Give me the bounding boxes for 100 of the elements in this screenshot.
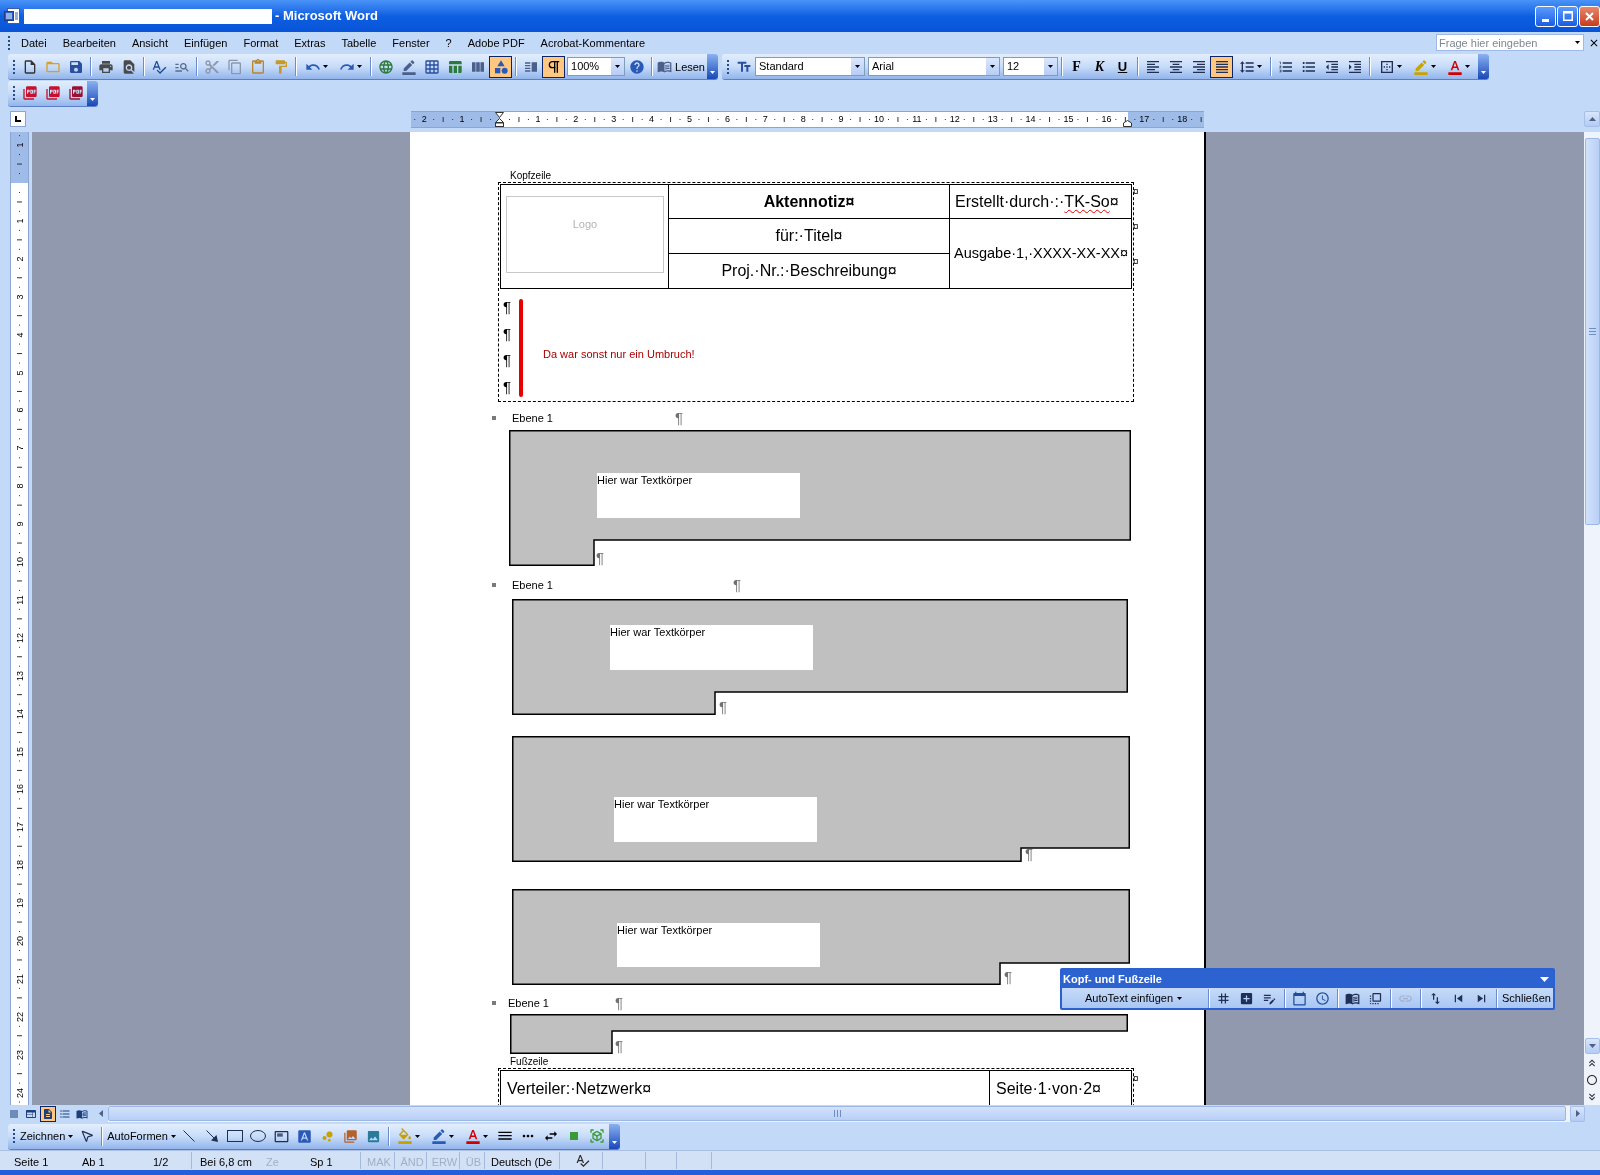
dropdown-arrow-icon[interactable] bbox=[1256, 65, 1262, 68]
paste-icon[interactable] bbox=[249, 58, 266, 75]
dropdown-arrow-icon[interactable] bbox=[1177, 996, 1183, 1000]
tab-selector-button[interactable] bbox=[10, 111, 26, 127]
spelling-status-icon[interactable] bbox=[575, 1153, 590, 1168]
dropdown-arrow-icon[interactable] bbox=[415, 1134, 421, 1138]
autotext-button[interactable]: AutoText einfügen bbox=[1062, 989, 1205, 1007]
menu-item[interactable]: Format bbox=[235, 34, 287, 51]
line-color-icon[interactable] bbox=[431, 1128, 448, 1144]
decrease-indent-icon[interactable] bbox=[1323, 58, 1340, 75]
toolbar-options-button[interactable] bbox=[609, 1123, 620, 1149]
toolbar-options-button[interactable] bbox=[707, 54, 718, 79]
left-tab-icon[interactable] bbox=[15, 116, 21, 122]
dropdown-arrow-icon[interactable] bbox=[1464, 65, 1470, 68]
help-icon[interactable] bbox=[628, 58, 645, 75]
menu-item[interactable]: ? bbox=[437, 34, 460, 51]
dropdown-arrow-icon[interactable] bbox=[1396, 65, 1402, 68]
maximize-button[interactable] bbox=[1557, 5, 1578, 27]
picture-icon[interactable] bbox=[365, 1128, 381, 1144]
indent-marker-icon[interactable] bbox=[495, 111, 504, 127]
minimize-button[interactable] bbox=[1535, 5, 1556, 27]
print-icon[interactable] bbox=[97, 58, 114, 75]
scrollbar-thumb[interactable] bbox=[1584, 138, 1600, 525]
increase-indent-icon[interactable] bbox=[1346, 58, 1363, 75]
dropdown-arrow-icon[interactable] bbox=[322, 65, 328, 68]
close-button[interactable] bbox=[1579, 5, 1600, 27]
rectangle-tool-icon[interactable] bbox=[227, 1130, 244, 1142]
open-book-icon[interactable] bbox=[657, 59, 672, 74]
minimize-icon[interactable] bbox=[1542, 18, 1549, 22]
ruler-number: 13 bbox=[987, 112, 998, 125]
dropdown-arrow-icon[interactable] bbox=[356, 65, 362, 68]
scroll-right-button[interactable] bbox=[1570, 1105, 1585, 1122]
table-icon[interactable] bbox=[446, 58, 463, 75]
pencil-icon[interactable] bbox=[400, 58, 417, 75]
font-color-icon[interactable] bbox=[1446, 58, 1463, 75]
pdf-document-icon[interactable] bbox=[21, 85, 38, 101]
overlapping-squares-icon[interactable] bbox=[1368, 990, 1383, 1006]
menu-item[interactable]: Fenster bbox=[384, 34, 438, 51]
text-box-icon[interactable] bbox=[273, 1128, 289, 1144]
dropdown-arrow-icon[interactable] bbox=[1574, 41, 1580, 44]
menu-item[interactable]: Bearbeiten bbox=[54, 34, 124, 51]
menu-item[interactable]: Ansicht bbox=[123, 34, 176, 51]
dropdown-arrow-icon[interactable] bbox=[990, 65, 995, 68]
style-combo[interactable]: Standard bbox=[755, 57, 865, 76]
draw-menu-button[interactable]: Zeichnen bbox=[18, 1125, 76, 1147]
menu-item[interactable]: Acrobat-Kommentare bbox=[532, 34, 654, 51]
font-color-icon[interactable] bbox=[465, 1128, 482, 1144]
pdf-document-icon[interactable] bbox=[44, 85, 61, 101]
bold-button[interactable]: F bbox=[1065, 55, 1088, 78]
scroll-up-button[interactable] bbox=[1584, 111, 1600, 127]
dropdown-arrow-icon[interactable] bbox=[483, 1134, 489, 1138]
oval-tool-icon[interactable] bbox=[250, 1130, 267, 1142]
menu-item[interactable]: Datei bbox=[13, 34, 55, 51]
right-arrow-icon[interactable] bbox=[1575, 1110, 1580, 1117]
italic-button[interactable]: K bbox=[1088, 55, 1111, 78]
dropdown-arrow-icon[interactable] bbox=[855, 65, 860, 68]
menu-item[interactable]: Adobe PDF bbox=[459, 34, 533, 51]
toolbar-options-button[interactable] bbox=[1478, 54, 1489, 79]
line-tool-icon[interactable] bbox=[183, 1130, 196, 1142]
font-combo[interactable]: Arial bbox=[868, 57, 1000, 76]
maximize-icon[interactable] bbox=[1562, 11, 1573, 21]
toolbar-options-button[interactable] bbox=[87, 80, 98, 106]
document-app-icon[interactable] bbox=[4, 8, 20, 24]
photo-stack-icon[interactable] bbox=[342, 1128, 358, 1144]
line-spacing-icon[interactable] bbox=[1238, 58, 1255, 75]
up-arrow-icon[interactable] bbox=[1588, 117, 1596, 121]
grid-icon[interactable] bbox=[423, 58, 440, 75]
dropdown-arrow-icon[interactable] bbox=[449, 1134, 455, 1138]
close-toolbar-button[interactable]: Schließen bbox=[1500, 991, 1553, 1005]
underline-button[interactable]: U bbox=[1111, 55, 1134, 78]
spelling-check-icon[interactable] bbox=[150, 58, 167, 75]
dropdown-arrow-icon[interactable] bbox=[170, 1134, 176, 1138]
arrow-tool-icon[interactable] bbox=[206, 1130, 219, 1142]
plus-box-icon[interactable] bbox=[1239, 990, 1254, 1006]
ruler-number: 19 bbox=[14, 897, 25, 910]
pdf-document-icon[interactable] bbox=[67, 85, 84, 101]
font-size-combo[interactable]: 12 bbox=[1003, 57, 1058, 76]
clock-icon[interactable] bbox=[1315, 990, 1330, 1006]
dropdown-arrow-icon[interactable] bbox=[1430, 65, 1436, 68]
autoshapes-menu-button[interactable]: AutoFormen bbox=[105, 1125, 178, 1147]
dropdown-arrow-icon[interactable] bbox=[1048, 65, 1053, 68]
read-button[interactable]: Lesen bbox=[655, 55, 707, 78]
cube-3d-icon[interactable] bbox=[589, 1128, 606, 1144]
dropdown-arrow-icon[interactable] bbox=[615, 65, 620, 68]
letter-tile-icon[interactable] bbox=[296, 1128, 312, 1144]
help-search-field[interactable]: Frage hier eingeben bbox=[1436, 34, 1584, 51]
menu-item[interactable]: Extras bbox=[286, 34, 334, 51]
left-arrow-icon[interactable] bbox=[99, 1110, 103, 1117]
menu-item[interactable]: Tabelle bbox=[333, 34, 385, 51]
globe-icon[interactable] bbox=[377, 58, 394, 75]
right-indent-marker-icon[interactable] bbox=[1123, 119, 1132, 127]
dropdown-arrow-icon[interactable] bbox=[68, 1134, 74, 1138]
pointer-icon[interactable] bbox=[79, 1129, 94, 1143]
down-arrow-icon[interactable] bbox=[1588, 1044, 1596, 1048]
scroll-down-button[interactable] bbox=[1584, 1038, 1600, 1054]
save-icon[interactable] bbox=[67, 58, 84, 75]
border-icon[interactable] bbox=[1378, 58, 1395, 75]
calendar-icon[interactable] bbox=[1292, 990, 1307, 1006]
zoom-combo[interactable]: 100% bbox=[567, 57, 625, 76]
menu-item[interactable]: Einfügen bbox=[176, 34, 236, 51]
